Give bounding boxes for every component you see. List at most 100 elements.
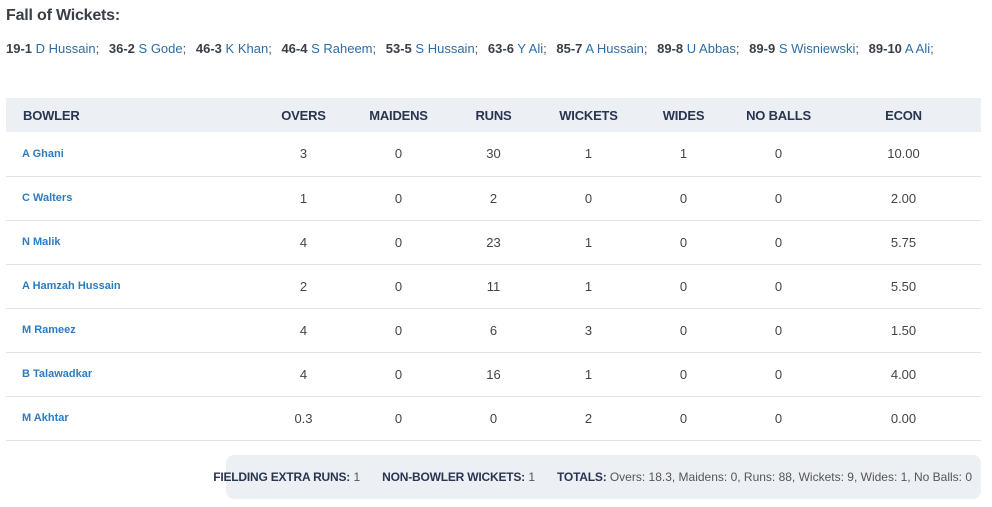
table-row: A Ghani 3 0 30 1 1 0 10.00 xyxy=(6,132,981,176)
fow-item: 89-9 S Wisniewski; xyxy=(749,41,860,56)
header-bowler: BOWLER xyxy=(23,107,80,123)
no-balls-cell: 0 xyxy=(774,322,783,338)
fow-player-link[interactable]: K Khan xyxy=(226,41,269,56)
overs-cell: 1 xyxy=(299,190,308,206)
fow-score: 89-9 xyxy=(749,41,776,56)
fow-player-link[interactable]: S Hussain xyxy=(415,41,474,56)
runs-cell: 16 xyxy=(486,366,501,382)
maidens-cell: 0 xyxy=(394,322,403,338)
fielding-extra-runs-value: 1 xyxy=(353,470,361,484)
fow-player-link[interactable]: A Ali xyxy=(905,41,930,56)
no-balls-cell: 0 xyxy=(774,146,783,162)
wides-cell: 0 xyxy=(679,278,688,294)
wickets-cell: 1 xyxy=(584,146,593,162)
wickets-cell: 2 xyxy=(584,410,593,426)
runs-cell: 6 xyxy=(489,322,498,338)
econ-cell: 0.00 xyxy=(890,410,917,426)
wides-cell: 0 xyxy=(679,366,688,382)
fall-of-wickets-title: Fall of Wickets: xyxy=(6,7,121,24)
table-row: B Talawadkar 4 0 16 1 0 0 4.00 xyxy=(6,352,981,396)
fow-item: 46-3 K Khan; xyxy=(195,41,272,56)
table-row: C Walters 1 0 2 0 0 0 2.00 xyxy=(6,176,981,220)
maidens-cell: 0 xyxy=(394,234,403,250)
wides-cell: 0 xyxy=(679,410,688,426)
innings-summary-bar: FIELDING EXTRA RUNS: 1 NON-BOWLER WICKET… xyxy=(213,455,981,499)
fow-player-link[interactable]: A Hussain xyxy=(585,41,644,56)
fow-player-link[interactable]: Y Ali xyxy=(517,41,543,56)
wides-cell: 0 xyxy=(679,234,688,250)
fow-item: 89-8 U Abbas; xyxy=(657,41,740,56)
fow-player-link[interactable]: S Raheem xyxy=(311,41,372,56)
overs-cell: 4 xyxy=(299,366,308,382)
wickets-cell: 1 xyxy=(584,366,593,382)
non-bowler-wickets-value: 1 xyxy=(528,470,536,484)
fow-player-link[interactable]: U Abbas xyxy=(687,41,736,56)
econ-cell: 5.50 xyxy=(890,278,917,294)
fow-score: 46-3 xyxy=(195,41,222,56)
runs-cell: 2 xyxy=(489,190,498,206)
header-runs: RUNS xyxy=(475,107,512,123)
header-maidens: MAIDENS xyxy=(369,107,428,123)
header-econ: ECON xyxy=(885,107,922,123)
runs-cell: 30 xyxy=(486,146,501,162)
bowler-name-link[interactable]: C Walters xyxy=(6,176,256,220)
wickets-cell: 3 xyxy=(584,322,593,338)
fielding-extra-runs-label: FIELDING EXTRA RUNS: xyxy=(213,470,351,484)
table-header-row: BOWLER OVERS MAIDENS RUNS WICKETS WIDES … xyxy=(6,98,981,132)
fow-score: 53-5 xyxy=(385,41,412,56)
table-row: M Akhtar 0.3 0 0 2 0 0 0.00 xyxy=(6,396,981,440)
maidens-cell: 0 xyxy=(394,278,403,294)
no-balls-cell: 0 xyxy=(774,410,783,426)
totals: TOTALS: Overs: 18.3, Maidens: 0, Runs: 8… xyxy=(557,470,972,484)
non-bowler-wickets-label: NON-BOWLER WICKETS: xyxy=(382,470,525,484)
overs-cell: 4 xyxy=(299,234,308,250)
runs-cell: 0 xyxy=(489,410,498,426)
econ-cell: 5.75 xyxy=(890,234,917,250)
fow-score: 89-8 xyxy=(657,41,684,56)
bowler-name-link[interactable]: A Ghani xyxy=(6,132,256,176)
header-wides: WIDES xyxy=(662,107,705,123)
bowler-name-link[interactable]: N Malik xyxy=(6,220,256,264)
econ-cell: 1.50 xyxy=(890,322,917,338)
maidens-cell: 0 xyxy=(394,146,403,162)
fow-score: 63-6 xyxy=(487,41,514,56)
fow-score: 85-7 xyxy=(556,41,583,56)
fow-item: 19-1 D Hussain; xyxy=(6,41,100,56)
fow-score: 36-2 xyxy=(108,41,135,56)
fow-score: 19-1 xyxy=(6,41,33,56)
no-balls-cell: 0 xyxy=(774,190,783,206)
econ-cell: 10.00 xyxy=(887,146,920,162)
wides-cell: 0 xyxy=(679,190,688,206)
no-balls-cell: 0 xyxy=(774,366,783,382)
fow-item: 53-5 S Hussain; xyxy=(385,41,479,56)
overs-cell: 2 xyxy=(299,278,308,294)
bowler-name-link[interactable]: A Hamzah Hussain xyxy=(6,264,256,308)
bowler-name-link[interactable]: B Talawadkar xyxy=(6,352,256,396)
bowler-name-link[interactable]: M Akhtar xyxy=(6,396,256,440)
non-bowler-wickets: NON-BOWLER WICKETS: 1 xyxy=(382,470,535,484)
fow-item: 36-2 S Gode; xyxy=(108,41,187,56)
wides-cell: 1 xyxy=(679,146,688,162)
table-row: N Malik 4 0 23 1 0 0 5.75 xyxy=(6,220,981,264)
wickets-cell: 0 xyxy=(584,190,593,206)
econ-cell: 4.00 xyxy=(890,366,917,382)
fow-player-link[interactable]: S Wisniewski xyxy=(779,41,856,56)
runs-cell: 11 xyxy=(486,278,501,294)
maidens-cell: 0 xyxy=(394,410,403,426)
runs-cell: 23 xyxy=(486,234,501,250)
fow-item: 46-4 S Raheem; xyxy=(281,41,377,56)
header-overs: OVERS xyxy=(281,107,326,123)
bowler-name-link[interactable]: M Rameez xyxy=(6,308,256,352)
totals-label: TOTALS: xyxy=(557,470,607,484)
header-wickets: WICKETS xyxy=(559,107,618,123)
econ-cell: 2.00 xyxy=(890,190,917,206)
table-row: A Hamzah Hussain 2 0 11 1 0 0 5.50 xyxy=(6,264,981,308)
fielding-extra-runs: FIELDING EXTRA RUNS: 1 xyxy=(213,470,360,484)
fow-player-link[interactable]: D Hussain xyxy=(36,41,96,56)
totals-value: Overs: 18.3, Maidens: 0, Runs: 88, Wicke… xyxy=(609,470,972,484)
fow-player-link[interactable]: S Gode xyxy=(139,41,183,56)
no-balls-cell: 0 xyxy=(774,234,783,250)
header-no-balls: NO BALLS xyxy=(746,107,811,123)
wickets-cell: 1 xyxy=(584,234,593,250)
fall-of-wickets-list: 19-1 D Hussain; 36-2 S Gode; 46-3 K Khan… xyxy=(6,41,986,56)
